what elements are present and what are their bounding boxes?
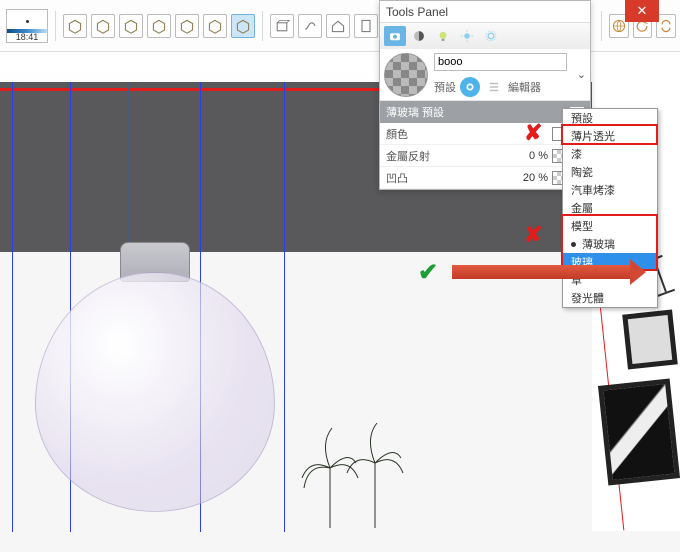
picture-frame [598, 379, 680, 486]
menu-item-preset[interactable]: 預設 [563, 109, 657, 127]
close-button[interactable]: ✕ [625, 0, 659, 22]
cube-g-button[interactable] [231, 14, 255, 38]
time-label: 18:41 [7, 32, 47, 42]
stack-button[interactable] [298, 14, 322, 38]
prop-value[interactable]: 0 % [504, 150, 548, 162]
tab-bulb-icon[interactable] [432, 26, 454, 46]
separator [262, 11, 263, 41]
menu-item-carpaint[interactable]: 汽車烤漆 [563, 181, 657, 199]
pendant-lamp-bulb [25, 252, 285, 522]
tab-camera-icon[interactable] [384, 26, 406, 46]
panel-title-text: Tools Panel [386, 5, 448, 19]
prop-bump: 凹凸 20 % ⌀ [380, 167, 590, 189]
arrow-annotation [452, 265, 632, 279]
prop-value[interactable]: 20 % [504, 172, 548, 184]
editor-picker-icon[interactable] [484, 77, 504, 97]
prop-color: 顏色 ✎ [380, 123, 590, 145]
menu-item-paint[interactable]: 漆 [563, 145, 657, 163]
box-button[interactable] [270, 14, 294, 38]
palm-plant [345, 418, 405, 531]
cube-a-button[interactable] [63, 14, 87, 38]
menu-item-emitter[interactable]: 發光體 [563, 289, 657, 307]
tab-checker-icon[interactable] [408, 26, 430, 46]
cube-d-button[interactable] [147, 14, 171, 38]
cross-mark-icon: ✘ [524, 222, 542, 248]
cross-mark-icon: ✘ [524, 120, 542, 146]
house-button[interactable] [326, 14, 350, 38]
loop-button[interactable] [656, 14, 676, 38]
menu-item-translucent[interactable]: 薄片透光 [563, 127, 657, 145]
doc-button[interactable] [354, 14, 378, 38]
prop-metal: 金屬反射 0 % ⌀ [380, 145, 590, 167]
time-widget[interactable]: 18:41 [6, 9, 48, 43]
cube-c-button[interactable] [119, 14, 143, 38]
material-row: 預設 編輯器 ⌄ [380, 49, 590, 101]
preset-picker-icon[interactable] [460, 77, 480, 97]
editor-label: 編輯器 [508, 79, 541, 95]
prop-label: 顏色 [386, 126, 504, 142]
material-thumbnail[interactable] [384, 53, 428, 97]
panel-titlebar[interactable]: Tools Panel [380, 1, 590, 23]
menu-item-thinglass[interactable]: 薄玻璃 [563, 235, 657, 253]
chevron-down-icon[interactable]: ⌄ [577, 68, 586, 81]
menu-item-ceramic[interactable]: 陶瓷 [563, 163, 657, 181]
preset-label: 預設 [434, 79, 456, 95]
tools-panel: Tools Panel 預設 編輯器 ⌄ 薄玻璃 預設 顏色 ✎ 金屬反射 [379, 0, 591, 190]
picture-frame [622, 310, 677, 370]
tab-sun-icon[interactable] [456, 26, 478, 46]
separator [55, 11, 56, 41]
edge-line [12, 82, 13, 532]
section-header-text: 薄玻璃 預設 [386, 104, 444, 120]
panel-tabs [380, 23, 590, 49]
cube-f-button[interactable] [203, 14, 227, 38]
menu-item-metal[interactable]: 金屬 [563, 199, 657, 217]
cube-b-button[interactable] [91, 14, 115, 38]
check-mark-icon: ✔ [418, 258, 438, 287]
tab-gear-icon[interactable] [480, 26, 502, 46]
pendant-wire [128, 82, 129, 257]
separator [601, 11, 602, 41]
section-header[interactable]: 薄玻璃 預設 [380, 101, 590, 123]
prop-label: 凹凸 [386, 170, 504, 186]
cube-e-button[interactable] [175, 14, 199, 38]
prop-label: 金屬反射 [386, 148, 504, 164]
menu-item-model[interactable]: 模型 [563, 217, 657, 235]
material-name-input[interactable] [434, 53, 567, 71]
